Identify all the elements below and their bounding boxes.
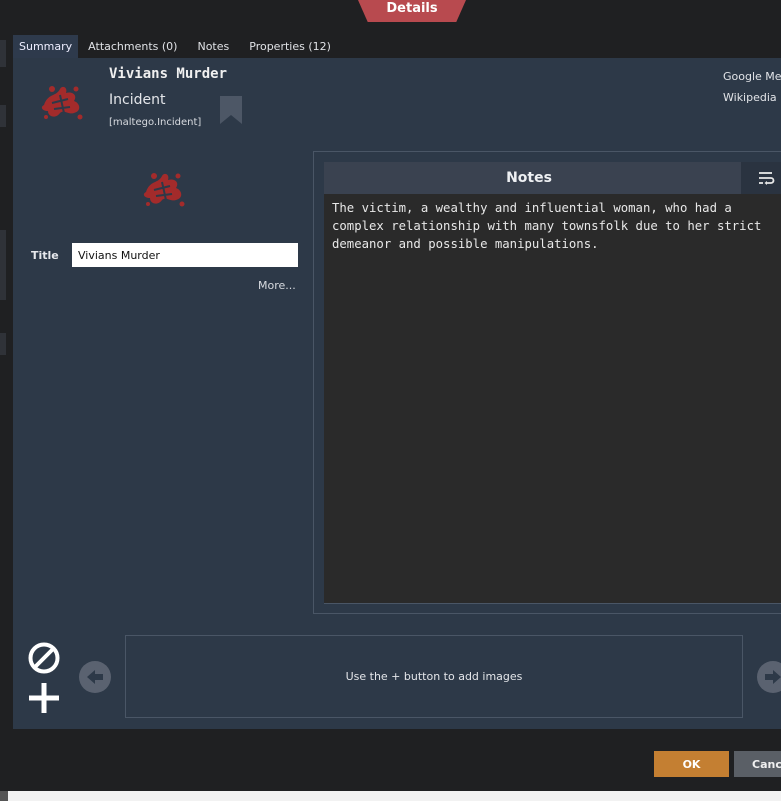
notes-editor[interactable] <box>324 194 781 604</box>
tab-properties[interactable]: Properties (12) <box>239 35 341 58</box>
ok-button[interactable]: OK <box>654 751 729 777</box>
background-window-edge <box>0 333 6 355</box>
background-window-edge <box>0 40 6 67</box>
more-link[interactable]: More... <box>258 279 296 292</box>
tab-summary[interactable]: Summary <box>13 35 79 58</box>
quick-links: Google Mel Wikipedia M <box>723 66 781 108</box>
title-field-label: Title <box>31 249 59 262</box>
prohibited-icon[interactable] <box>26 640 62 676</box>
entity-type-id: [maltego.Incident] <box>109 117 202 128</box>
entity-image-icon <box>143 173 185 207</box>
entity-title: Vivians Murder <box>109 66 228 82</box>
background-window-edge <box>0 105 6 127</box>
previous-image-button[interactable] <box>79 661 111 693</box>
tab-bar: Summary Attachments (0) Notes Properties… <box>13 35 341 58</box>
tab-attachments[interactable]: Attachments (0) <box>78 35 187 58</box>
entity-type: Incident <box>109 92 166 108</box>
background-window-edge <box>0 230 6 300</box>
incident-icon <box>41 86 83 120</box>
wrap-text-button[interactable] <box>741 162 781 194</box>
dialog-title: Details <box>358 0 466 22</box>
link-wikipedia[interactable]: Wikipedia M <box>723 87 781 108</box>
arrow-right-icon <box>765 670 781 684</box>
arrow-left-icon <box>87 670 103 684</box>
background-window-strip <box>0 791 781 801</box>
images-hint: Use the + button to add images <box>345 670 523 683</box>
tab-notes[interactable]: Notes <box>187 35 239 58</box>
cancel-button[interactable]: Canc <box>734 751 781 777</box>
link-google[interactable]: Google Mel <box>723 66 781 87</box>
notes-text: The victim, a wealthy and influential wo… <box>332 201 762 251</box>
notes-title: Notes <box>506 170 552 186</box>
plus-icon[interactable] <box>26 681 62 715</box>
wrap-text-icon <box>759 172 775 185</box>
background-window-edge <box>0 791 8 801</box>
title-field[interactable] <box>72 243 298 267</box>
next-image-button[interactable] <box>757 661 781 693</box>
